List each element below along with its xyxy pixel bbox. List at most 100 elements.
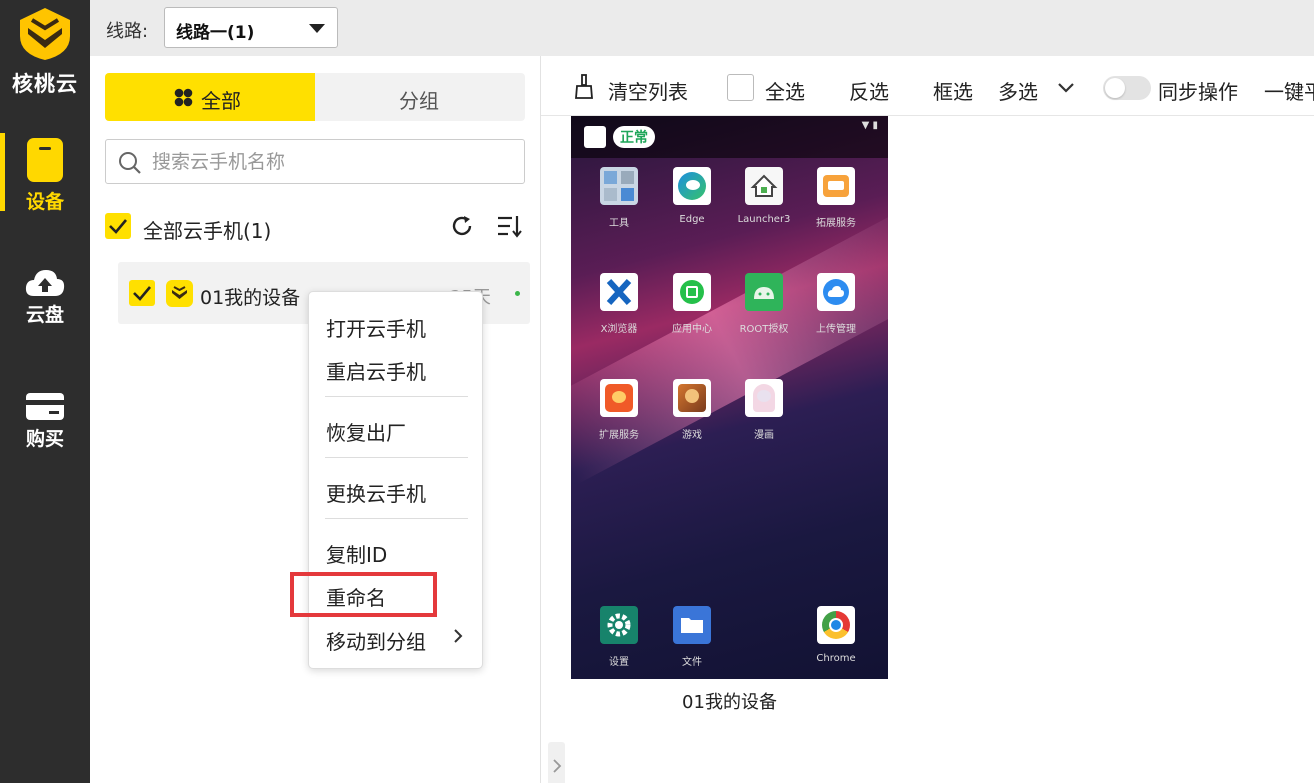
grid-icon	[174, 88, 193, 107]
app-center[interactable]: 应用中心	[657, 273, 727, 335]
menu-divider	[325, 396, 468, 397]
tab-label: 全部	[201, 89, 241, 113]
chevron-right-icon	[454, 629, 463, 643]
status-badge: 正常	[613, 126, 655, 148]
tab-label: 分组	[399, 89, 439, 113]
app-label: X浏览器	[600, 324, 638, 335]
collapse-handle[interactable]	[548, 742, 565, 783]
app-extended-service[interactable]: 扩展服务	[584, 379, 654, 441]
edge-icon	[673, 167, 711, 205]
chrome-icon	[817, 606, 855, 644]
tab-all[interactable]: 全部	[105, 73, 315, 121]
android-icon	[745, 273, 783, 311]
app-chrome[interactable]: Chrome	[801, 606, 871, 664]
device-checkbox[interactable]	[129, 280, 155, 306]
app-label: 拓展服务	[816, 218, 856, 229]
extended-service-icon	[600, 379, 638, 417]
online-status-dot	[515, 291, 520, 296]
sync-toggle[interactable]	[1103, 76, 1151, 100]
rail-item-devices[interactable]: 设备	[0, 135, 90, 215]
sync-ops-label: 同步操作	[1158, 80, 1238, 104]
route-select-value: 线路一(1)	[176, 23, 255, 43]
app-extension-service[interactable]: 拓展服务	[801, 167, 871, 229]
multi-select-button[interactable]: 多选	[998, 76, 1038, 105]
menu-item-replace-phone[interactable]: 更换云手机	[326, 478, 426, 507]
game-icon	[673, 379, 711, 417]
app-root-auth[interactable]: ROOT授权	[729, 273, 799, 335]
menu-item-restart-phone[interactable]: 重启云手机	[326, 356, 426, 385]
walnut-logo-icon	[20, 8, 70, 60]
chevron-down-icon[interactable]	[1057, 82, 1075, 94]
app-edge[interactable]: Edge	[657, 167, 727, 225]
menu-divider	[325, 518, 468, 519]
refresh-icon[interactable]	[450, 214, 474, 238]
gear-icon	[600, 606, 638, 644]
brand-name: 核桃云	[12, 72, 78, 96]
tools-icon	[600, 167, 638, 205]
menu-item-copy-id[interactable]: 复制ID	[326, 539, 387, 568]
phone-screen-preview[interactable]: ▼ ▮ 正常 工具 Edge Launcher3 拓展服务 X浏览器 应用中心 …	[571, 116, 888, 679]
rail-item-label: 云盘	[25, 304, 64, 326]
device-caption: 01我的设备	[682, 692, 777, 713]
rail-item-label: 设备	[25, 191, 64, 213]
x-browser-icon	[600, 273, 638, 311]
select-all-checkbox[interactable]	[105, 213, 131, 239]
rail-item-cloud-disk[interactable]: 云盘	[0, 268, 90, 348]
route-label: 线路:	[106, 21, 149, 42]
invert-select-button[interactable]: 反选	[849, 76, 889, 105]
chevron-down-icon	[309, 24, 325, 33]
menu-item-move-to-group[interactable]: 移动到分组	[326, 626, 426, 655]
sort-icon[interactable]	[496, 214, 522, 238]
phone-select-checkbox[interactable]	[584, 126, 606, 148]
rail-item-label: 购买	[25, 428, 64, 450]
route-select[interactable]: 线路一(1)	[164, 7, 338, 48]
app-x-browser[interactable]: X浏览器	[584, 273, 654, 335]
check-icon	[133, 286, 151, 301]
app-label: 上传管理	[816, 324, 856, 335]
search-input[interactable]	[152, 148, 512, 176]
app-label: 游戏	[682, 430, 702, 441]
clear-list-button[interactable]: 清空列表	[608, 76, 688, 105]
check-icon	[109, 219, 127, 234]
search-icon	[119, 152, 141, 174]
rail-item-purchase[interactable]: 购买	[0, 390, 90, 470]
app-label: Edge	[679, 214, 705, 225]
app-comic[interactable]: 漫画	[729, 379, 799, 441]
app-launcher3[interactable]: Launcher3	[729, 167, 799, 225]
brand-logo: 核桃云	[0, 6, 90, 96]
cloud-upload-icon	[25, 270, 65, 296]
app-upload-manager[interactable]: 上传管理	[801, 273, 871, 335]
app-settings[interactable]: 设置	[584, 606, 654, 668]
app-label: Chrome	[816, 653, 856, 664]
extension-service-icon	[817, 167, 855, 205]
comic-icon	[745, 379, 783, 417]
toggle-knob	[1105, 78, 1125, 98]
box-select-button[interactable]: 框选	[933, 76, 973, 105]
menu-item-open-phone[interactable]: 打开云手机	[326, 313, 426, 342]
home-icon	[745, 167, 783, 205]
app-label: 漫画	[754, 430, 774, 441]
app-label: ROOT授权	[739, 324, 789, 335]
upload-manager-icon	[817, 273, 855, 311]
device-name: 01我的设备	[200, 287, 301, 309]
signal-battery-icon: ▼ ▮	[861, 120, 878, 131]
app-label: 工具	[609, 218, 629, 229]
toolbar: 清空列表 全选 反选 框选 多选 同步操作 一键平	[541, 56, 1314, 116]
rename-highlight-box	[290, 572, 437, 617]
card-icon	[26, 393, 64, 420]
one-key-button[interactable]: 一键平	[1264, 76, 1314, 105]
app-label: 应用中心	[672, 324, 712, 335]
app-tools[interactable]: 工具	[584, 167, 654, 229]
menu-divider	[325, 457, 468, 458]
app-files[interactable]: 文件	[657, 606, 727, 668]
wallpaper-streak	[571, 197, 888, 485]
app-label: 扩展服务	[599, 430, 639, 441]
app-label: 文件	[682, 657, 702, 668]
app-label: 设置	[609, 657, 629, 668]
tab-group[interactable]: 分组	[315, 73, 525, 121]
select-all-label[interactable]: 全选	[765, 76, 805, 105]
menu-item-factory-reset[interactable]: 恢复出厂	[326, 417, 406, 446]
device-logo-icon	[166, 280, 193, 307]
select-all-checkbox[interactable]	[727, 74, 754, 101]
app-game[interactable]: 游戏	[657, 379, 727, 441]
